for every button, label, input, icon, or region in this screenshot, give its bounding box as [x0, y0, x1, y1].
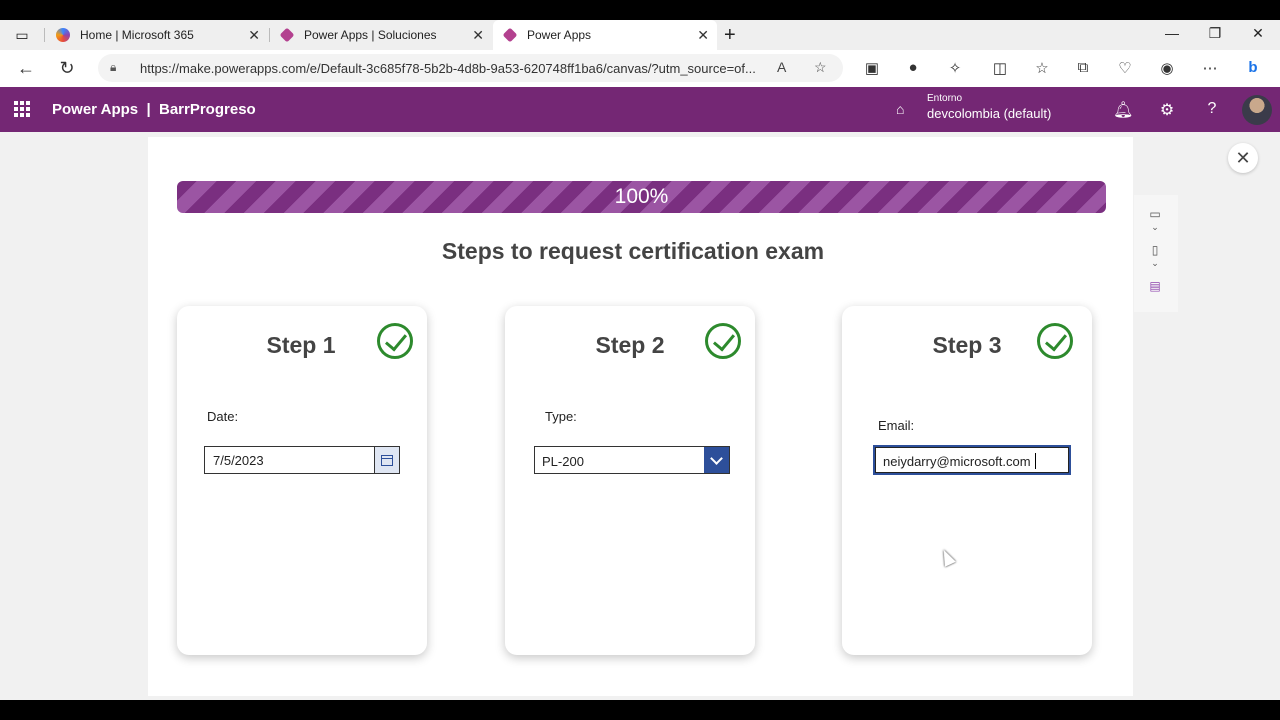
- tab-label: Power Apps | Soluciones: [304, 28, 437, 42]
- chevron-down-icon: [710, 451, 723, 465]
- step-card-3: Step 3 Email: neiydarry@microsoft.com: [842, 306, 1092, 655]
- lock-icon: 🔒︎: [110, 60, 117, 74]
- progress-bar: 100%: [177, 181, 1106, 213]
- new-tab-icon[interactable]: +: [724, 24, 736, 47]
- profile-extension-icon[interactable]: ◉: [1157, 59, 1177, 77]
- close-tab-icon[interactable]: ✕: [472, 27, 484, 44]
- email-value: neiydarry@microsoft.com: [883, 454, 1031, 469]
- app-header: Power Apps | BarrProgreso ⌂ Entorno devc…: [0, 87, 1280, 132]
- browser-tab-bar: ▭ Home | Microsoft 365 ✕ Power Apps | So…: [0, 20, 1280, 50]
- extensions-puzzle-icon[interactable]: ✧: [945, 59, 965, 77]
- settings-gear-icon[interactable]: ⚙: [1157, 100, 1177, 120]
- page-title: Steps to request certification exam: [441, 238, 825, 264]
- date-picker[interactable]: 7/5/2023: [204, 446, 400, 474]
- environment-label: Entorno: [927, 93, 963, 104]
- check-circle-icon: [1037, 323, 1073, 359]
- environment-name[interactable]: devcolombia (default): [927, 106, 1051, 121]
- dropdown-value: PL-200: [542, 454, 584, 469]
- email-field[interactable]: neiydarry@microsoft.com: [873, 445, 1071, 475]
- restore-icon[interactable]: ❐: [1205, 25, 1225, 42]
- back-icon[interactable]: ←: [15, 58, 37, 79]
- performance-icon[interactable]: ♡: [1115, 59, 1135, 77]
- extension-icon[interactable]: ▣: [862, 59, 882, 77]
- app-launcher-icon[interactable]: [14, 101, 30, 117]
- refresh-icon[interactable]: ↻: [56, 58, 78, 79]
- date-value: 7/5/2023: [213, 453, 264, 468]
- minimize-icon[interactable]: —: [1162, 25, 1182, 41]
- step-card-2: Step 2 Type: PL-200: [505, 306, 755, 655]
- close-tab-icon[interactable]: ✕: [248, 27, 260, 44]
- tab-home-m365[interactable]: Home | Microsoft 365 ✕: [46, 20, 268, 50]
- screen: ▭ Home | Microsoft 365 ✕ Power Apps | So…: [0, 0, 1280, 720]
- close-window-icon[interactable]: ✕: [1248, 25, 1268, 42]
- user-avatar[interactable]: [1242, 95, 1272, 125]
- m365-icon: [56, 28, 70, 42]
- step-card-1: Step 1 Date: 7/5/2023: [177, 306, 427, 655]
- collections-icon[interactable]: ⧉: [1073, 59, 1093, 76]
- tab-actions-icon[interactable]: ▭: [12, 26, 32, 44]
- type-dropdown[interactable]: PL-200: [534, 446, 730, 474]
- tab-label: Power Apps: [527, 28, 592, 42]
- dropdown-button[interactable]: [704, 447, 729, 473]
- app-title: Power Apps | BarrProgreso: [52, 101, 256, 118]
- address-bar[interactable]: 🔒︎ https://make.powerapps.com/e/Default-…: [98, 54, 843, 82]
- tab-label: Home | Microsoft 365: [80, 28, 194, 42]
- tablet-view-icon[interactable]: ▭: [1147, 207, 1163, 221]
- notifications-bell-icon[interactable]: 🔔︎: [1113, 100, 1133, 120]
- favorite-star-icon[interactable]: ☆: [814, 59, 827, 76]
- chevron-down-icon[interactable]: ⌄: [1147, 222, 1163, 233]
- web-view-icon[interactable]: ▤: [1147, 279, 1163, 293]
- favorites-icon[interactable]: ☆: [1032, 59, 1052, 77]
- environment-icon[interactable]: ⌂: [896, 101, 904, 117]
- device-toolbar: ▭ ⌄ ▯ ⌄ ▤: [1134, 195, 1178, 312]
- tab-separator: [44, 28, 45, 42]
- split-screen-icon[interactable]: ◫: [990, 59, 1010, 77]
- progress-label: 100%: [614, 185, 669, 208]
- tab-power-apps-soluciones[interactable]: Power Apps | Soluciones ✕: [270, 20, 492, 50]
- url-text: https://make.powerapps.com/e/Default-3c6…: [140, 61, 756, 76]
- chevron-down-icon[interactable]: ⌄: [1147, 258, 1163, 269]
- more-options-icon[interactable]: ⋯: [1200, 59, 1220, 77]
- close-tab-icon[interactable]: ✕: [697, 27, 709, 44]
- help-icon[interactable]: ?: [1202, 100, 1222, 118]
- date-label: Date:: [207, 409, 239, 424]
- bing-icon[interactable]: b: [1243, 59, 1263, 76]
- powerapps-icon: [279, 27, 295, 43]
- close-icon: ✕: [1235, 147, 1251, 168]
- close-preview-button[interactable]: ✕: [1228, 143, 1258, 173]
- check-circle-icon: [705, 323, 741, 359]
- text-caret: [1035, 453, 1036, 469]
- calendar-icon: [381, 454, 393, 466]
- read-aloud-icon[interactable]: A: [777, 59, 786, 75]
- type-label: Type:: [545, 409, 577, 424]
- extension-icon[interactable]: ●: [903, 59, 923, 76]
- email-label: Email:: [878, 418, 915, 433]
- calendar-button[interactable]: [374, 447, 399, 473]
- powerapps-icon: [502, 27, 518, 43]
- check-circle-icon: [377, 323, 413, 359]
- phone-view-icon[interactable]: ▯: [1147, 243, 1163, 257]
- tab-power-apps[interactable]: Power Apps ✕: [493, 20, 717, 50]
- browser-toolbar: ← ↻ 🔒︎ https://make.powerapps.com/e/Defa…: [0, 50, 1280, 87]
